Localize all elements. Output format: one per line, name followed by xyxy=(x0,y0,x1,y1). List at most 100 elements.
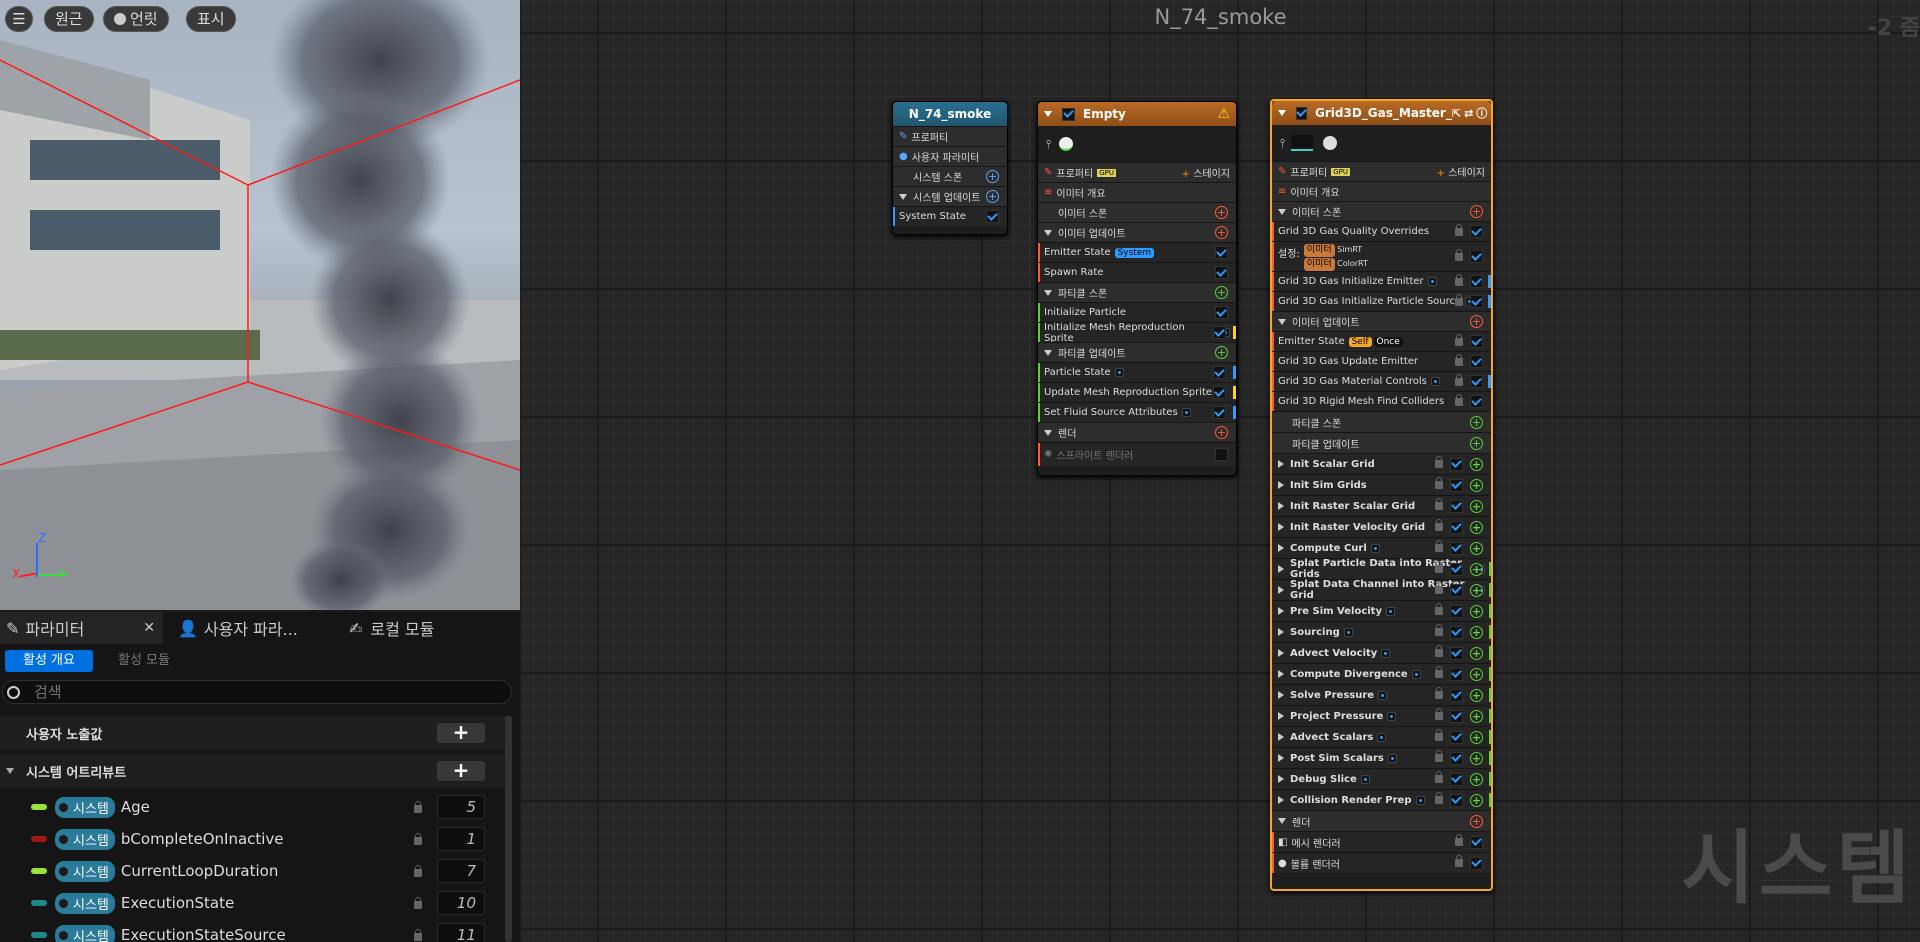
stage-checkbox[interactable] xyxy=(1450,772,1463,786)
expand-icon[interactable] xyxy=(1278,796,1284,804)
mesh-renderer-row[interactable]: ◧ 메시 렌더러 xyxy=(1272,831,1491,852)
sim-stage-row[interactable]: Init Scalar Grid + xyxy=(1272,453,1491,474)
volume-renderer-row[interactable]: ● 볼륨 렌더러 xyxy=(1272,852,1491,873)
collapse-icon[interactable] xyxy=(1044,111,1052,117)
module-checkbox[interactable] xyxy=(1470,335,1483,348)
stage-checkbox[interactable] xyxy=(1450,730,1463,744)
sprite-renderer-row[interactable]: ✺ 스프라이트 렌더러 xyxy=(1038,442,1236,466)
expand-icon[interactable] xyxy=(1278,544,1284,552)
add-module-icon[interactable]: + xyxy=(1215,286,1228,299)
search-box[interactable] xyxy=(2,680,512,704)
system-properties-row[interactable]: ✎ 프로퍼티 xyxy=(893,126,1007,146)
add-module-icon[interactable]: + xyxy=(1215,226,1228,239)
stage-checkbox[interactable] xyxy=(1450,478,1463,492)
close-icon[interactable]: ✕ xyxy=(143,620,155,636)
empty-particle-spawn-row[interactable]: 파티클 스폰 + xyxy=(1038,282,1236,302)
stage-checkbox[interactable] xyxy=(1450,625,1463,639)
collapse-icon[interactable] xyxy=(1044,289,1052,296)
collapse-icon[interactable] xyxy=(1278,208,1286,215)
attribute-row[interactable]: 시스템 ExecutionState 10 xyxy=(0,887,510,919)
expand-icon[interactable] xyxy=(1278,565,1284,573)
sim-stage-row[interactable]: Compute Divergence + xyxy=(1272,663,1491,684)
stage-checkbox[interactable] xyxy=(1450,688,1463,702)
module-checkbox[interactable] xyxy=(1213,386,1226,399)
stage-checkbox[interactable] xyxy=(1450,604,1463,618)
add-module-icon[interactable]: + xyxy=(986,190,999,203)
add-module-icon[interactable]: + xyxy=(1470,520,1483,534)
set-fluid-row[interactable]: Set Fluid Source Attributes xyxy=(1038,402,1236,422)
lit-mode-button[interactable]: 언릿 xyxy=(103,6,169,32)
module-checkbox[interactable] xyxy=(1470,225,1483,238)
module-checkbox[interactable] xyxy=(1470,275,1483,288)
tab-local-modules[interactable]: ✍ 로컬 모듈 xyxy=(349,612,434,644)
module-checkbox[interactable] xyxy=(1470,355,1483,368)
expand-icon[interactable] xyxy=(1278,670,1284,678)
add-module-icon[interactable]: + xyxy=(1470,436,1483,450)
system-state-row[interactable]: System State xyxy=(893,206,1007,226)
add-user-param-button[interactable]: + xyxy=(437,722,485,743)
renderer-checkbox[interactable] xyxy=(1215,448,1228,461)
collapse-icon[interactable] xyxy=(1278,110,1286,116)
add-module-icon[interactable]: + xyxy=(1470,751,1483,765)
empty-emitter-state-row[interactable]: Emitter State System xyxy=(1038,242,1236,262)
grid-particle-spawn-row[interactable]: 파티클 스폰 + xyxy=(1272,411,1491,432)
sim-stage-row[interactable]: Debug Slice + xyxy=(1272,768,1491,789)
update-emitter-row[interactable]: Grid 3D Gas Update Emitter xyxy=(1272,351,1491,371)
grid-summary-row[interactable]: ≡ 이미터 개요 xyxy=(1272,181,1491,201)
add-module-icon[interactable]: + xyxy=(1470,457,1483,471)
module-checkbox[interactable] xyxy=(1215,266,1228,279)
collapse-icon[interactable] xyxy=(1044,229,1052,236)
add-module-icon[interactable]: + xyxy=(1470,315,1483,328)
empty-render-row[interactable]: 렌더 + xyxy=(1038,422,1236,442)
expand-icon[interactable] xyxy=(1278,460,1284,468)
expand-icon[interactable] xyxy=(1278,754,1284,762)
expand-icon[interactable] xyxy=(1278,649,1284,657)
sim-stage-row[interactable]: Advect Velocity + xyxy=(1272,642,1491,663)
update-mesh-row[interactable]: Update Mesh Reproduction Sprite xyxy=(1038,382,1236,402)
attribute-row[interactable]: 시스템 bCompleteOnInactive 1 xyxy=(0,823,510,855)
stage-checkbox[interactable] xyxy=(1450,583,1463,597)
empty-emitter-node[interactable]: Empty ⚠ ⫯ ✎ 프로퍼티 GPU + 스테이지 ≡ 이미터 개요 이미터 스폰 + … xyxy=(1037,101,1237,476)
sim-stage-row[interactable]: Advect Scalars + xyxy=(1272,726,1491,747)
subtab-active-modules[interactable]: 활성 모듈 xyxy=(100,650,188,672)
sprite-thumb-icon[interactable] xyxy=(1059,137,1074,151)
add-stage-button[interactable]: + 스테이지 xyxy=(1437,164,1485,179)
rigid-mesh-row[interactable]: Grid 3D Rigid Mesh Find Colliders xyxy=(1272,391,1491,411)
attribute-row[interactable]: 시스템 ExecutionStateSource 11 xyxy=(0,919,510,942)
empty-properties-row[interactable]: ✎ 프로퍼티 GPU + 스테이지 xyxy=(1038,162,1236,182)
simrt-link[interactable]: 이미터 SimRT xyxy=(1303,243,1368,257)
grid-particle-update-row[interactable]: 파티클 업데이트 + xyxy=(1272,432,1491,453)
module-checkbox[interactable] xyxy=(1213,366,1226,379)
sim-stage-row[interactable]: Init Sim Grids + xyxy=(1272,474,1491,495)
add-module-icon[interactable]: + xyxy=(1470,205,1483,218)
module-checkbox[interactable] xyxy=(1215,306,1228,319)
subtab-active-overview[interactable]: 활성 개요 xyxy=(5,650,93,672)
add-module-icon[interactable]: + xyxy=(986,170,999,183)
enable-checkbox[interactable] xyxy=(1062,107,1075,121)
module-checkbox[interactable] xyxy=(1213,406,1226,419)
add-module-icon[interactable]: + xyxy=(1470,793,1483,807)
enable-checkbox[interactable] xyxy=(1296,106,1307,120)
expand-icon[interactable] xyxy=(1278,628,1284,636)
add-module-icon[interactable]: + xyxy=(1470,499,1483,513)
empty-particle-update-row[interactable]: 파티클 업데이트 + xyxy=(1038,342,1236,362)
volume-thumb-icon[interactable] xyxy=(1323,136,1338,150)
attribute-value[interactable]: 10 xyxy=(437,891,485,915)
expand-icon[interactable] xyxy=(1278,523,1284,531)
collapse-icon[interactable] xyxy=(1278,318,1286,325)
add-module-icon[interactable]: + xyxy=(1470,478,1483,492)
attribute-value[interactable]: 5 xyxy=(437,795,485,819)
sim-stage-row[interactable]: Init Raster Scalar Grid + xyxy=(1272,495,1491,516)
init-particle-row[interactable]: Initialize Particle xyxy=(1038,302,1236,322)
add-module-icon[interactable]: + xyxy=(1215,206,1228,219)
add-module-icon[interactable]: + xyxy=(1470,646,1483,660)
sim-stage-row[interactable]: Splat Particle Data into Raster Grids + xyxy=(1272,558,1491,580)
stage-checkbox[interactable] xyxy=(1450,499,1463,513)
material-controls-row[interactable]: Grid 3D Gas Material Controls xyxy=(1272,371,1491,391)
warning-icon[interactable]: ⚠ xyxy=(1217,106,1230,122)
add-module-icon[interactable]: + xyxy=(1470,730,1483,744)
preview-viewport[interactable]: ☰ 원근 언릿 표시 Z X Y xyxy=(0,0,520,610)
module-checkbox[interactable] xyxy=(1470,375,1483,388)
panel-scrollbar[interactable] xyxy=(505,716,512,942)
sim-stage-row[interactable]: Project Pressure + xyxy=(1272,705,1491,726)
